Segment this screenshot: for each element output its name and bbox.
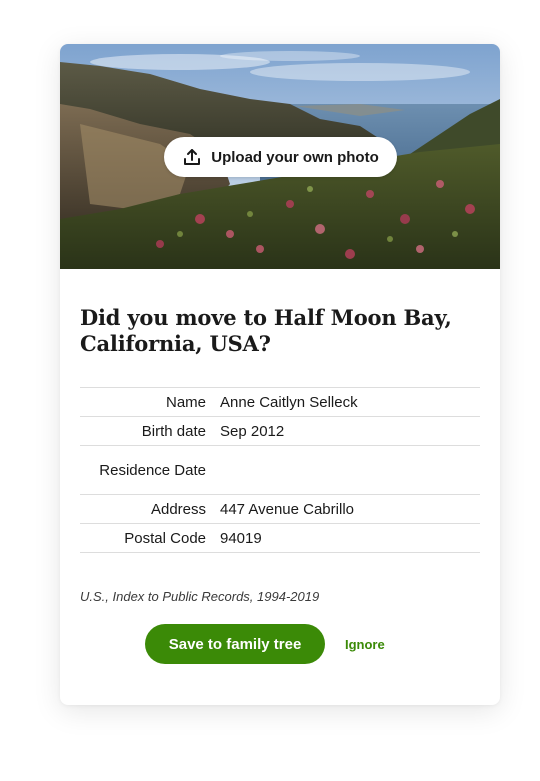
detail-value: 94019 <box>220 529 262 547</box>
detail-label: Residence Date <box>99 461 206 479</box>
detail-value: Anne Caitlyn Selleck <box>220 393 358 411</box>
detail-value: 447 Avenue Cabrillo <box>220 500 354 518</box>
detail-label: Birth date <box>141 422 206 440</box>
hint-card: Upload your own photo Did you move to Ha… <box>60 44 500 705</box>
hint-actions: Save to family tree Ignore <box>80 624 480 664</box>
detail-row-postal-code: Postal Code 94019 <box>80 524 480 553</box>
card-content: Did you move to Half Moon Bay, Californi… <box>60 269 500 664</box>
detail-value: Sep 2012 <box>220 422 285 440</box>
detail-label: Postal Code <box>124 529 206 547</box>
upload-photo-label: Upload your own photo <box>211 148 379 166</box>
record-source: U.S., Index to Public Records, 1994-2019 <box>80 589 320 604</box>
upload-icon <box>182 147 202 167</box>
hint-question: Did you move to Half Moon Bay, Californi… <box>80 305 452 356</box>
detail-label: Address <box>150 500 206 518</box>
detail-row-residence-date: Residence Date <box>80 446 480 495</box>
detail-row-name: Name Anne Caitlyn Selleck <box>80 388 480 417</box>
hero-photo: Upload your own photo <box>60 44 500 269</box>
detail-label: Name <box>165 393 206 411</box>
ignore-link[interactable]: Ignore <box>345 637 385 652</box>
upload-photo-button[interactable]: Upload your own photo <box>164 137 397 177</box>
detail-row-birth-date: Birth date Sep 2012 <box>80 417 480 446</box>
record-details: Name Anne Caitlyn Selleck Birth date Sep… <box>80 387 480 553</box>
detail-row-address: Address 447 Avenue Cabrillo <box>80 495 480 524</box>
save-to-family-tree-button[interactable]: Save to family tree <box>145 624 325 664</box>
